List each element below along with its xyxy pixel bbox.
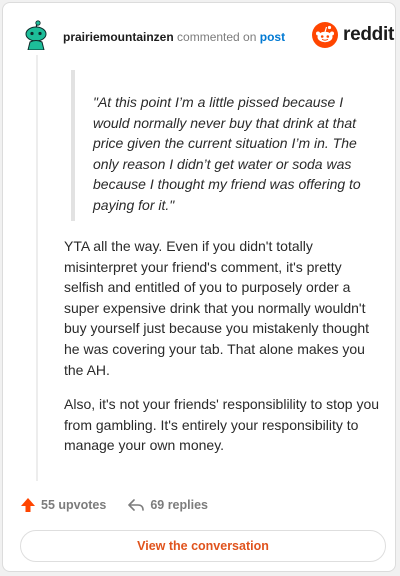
- avatar[interactable]: [21, 20, 51, 51]
- view-conversation-button[interactable]: View the conversation: [20, 530, 386, 562]
- reply-arrow-icon: [128, 499, 145, 511]
- comment-header: prairiemountainzen commented on post: [63, 30, 285, 44]
- comment-paragraph-2: Also, it's not your friends' responsibli…: [64, 396, 380, 454]
- reddit-wordmark: reddit: [343, 24, 394, 45]
- reply-label: 69 replies: [150, 498, 208, 512]
- upvote-label: 55 upvotes: [41, 498, 107, 512]
- upvote-arrow-icon: [21, 498, 35, 512]
- upvote-count[interactable]: 55 upvotes: [20, 497, 106, 513]
- block-quote: "At this point I’m a little pissed becau…: [71, 70, 371, 221]
- reddit-logo-icon: [312, 22, 338, 48]
- comment-card: prairiemountainzen commented on post red…: [2, 2, 396, 572]
- post-link[interactable]: post: [260, 30, 285, 44]
- comment-paragraph-1: YTA all the way. Even if you didn't tota…: [64, 238, 370, 378]
- comment-stats: 55 upvotes 69 replies: [20, 497, 208, 513]
- snoo-avatar-icon: [25, 20, 47, 51]
- reply-count[interactable]: 69 replies: [127, 497, 208, 513]
- reddit-logo[interactable]: reddit: [312, 22, 394, 48]
- action-text: commented on: [177, 30, 257, 44]
- username[interactable]: prairiemountainzen: [63, 30, 174, 44]
- thread-line[interactable]: [36, 55, 38, 481]
